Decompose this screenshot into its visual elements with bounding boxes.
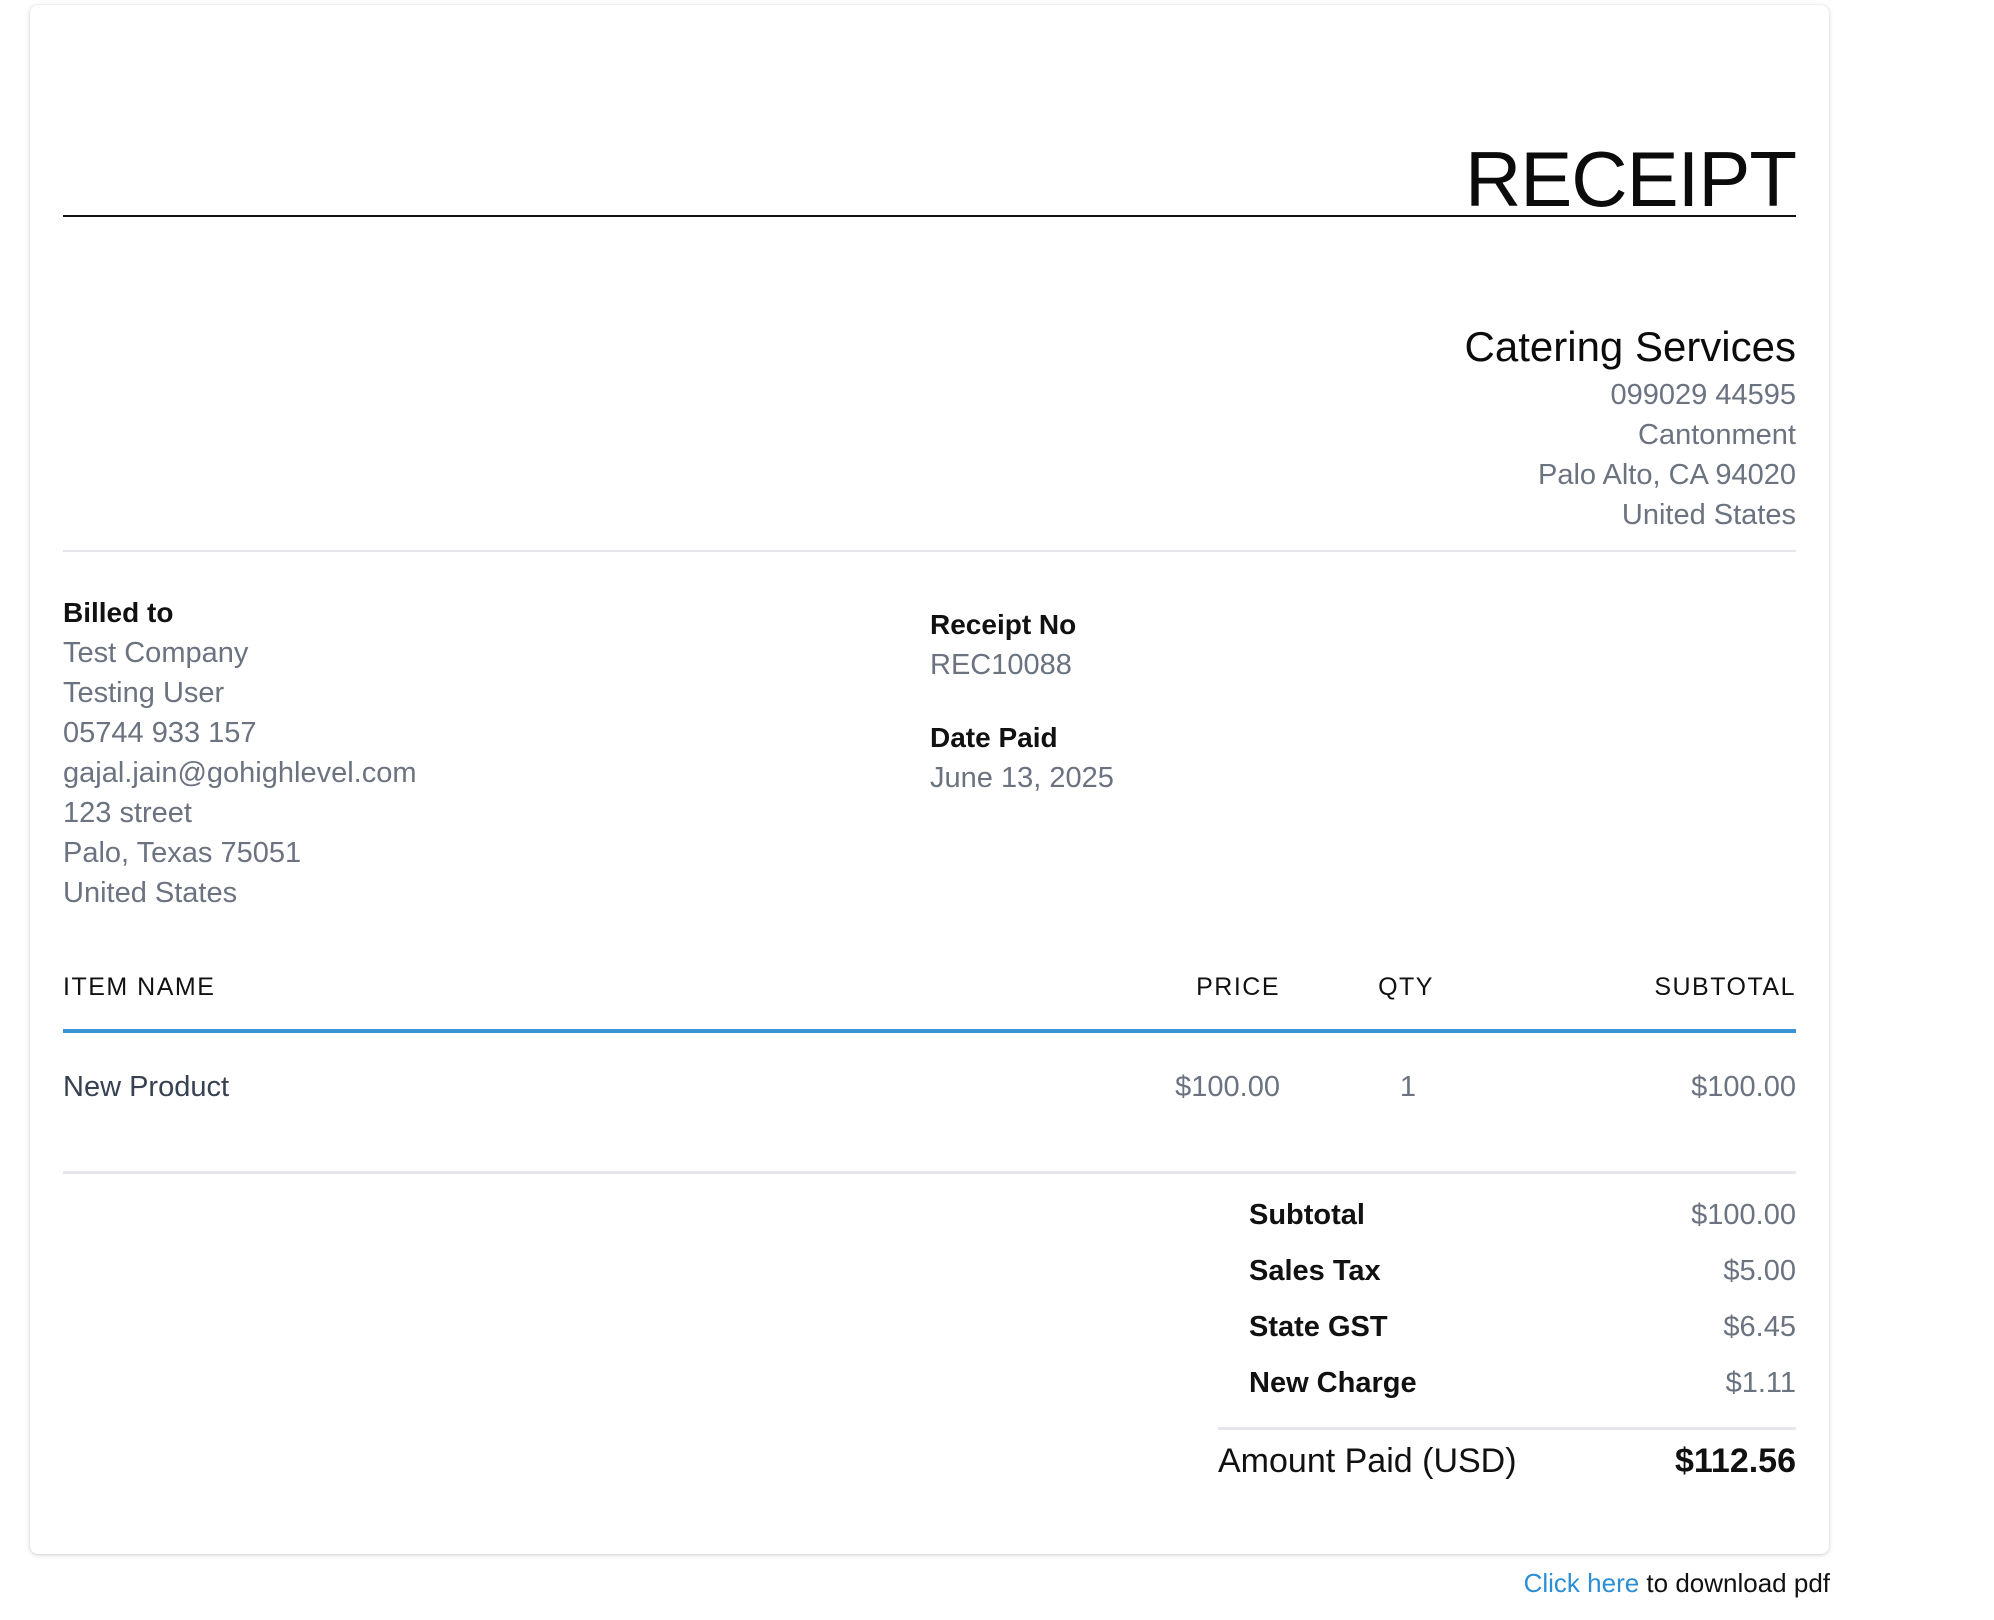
amount-paid-value: $112.56 <box>1674 1442 1796 1480</box>
company-country: United States <box>1621 499 1796 531</box>
billed-street: 123 street <box>63 797 192 829</box>
receipt-title: RECEIPT <box>1464 135 1797 223</box>
company-info: Catering Services 099029 44595 Cantonmen… <box>1465 319 1796 535</box>
company-address-line2: Palo Alto, CA 94020 <box>1538 459 1796 491</box>
amount-paid-label: Amount Paid (USD) <box>1218 1442 1517 1480</box>
billed-country: United States <box>63 877 238 909</box>
subtotal-label: Subtotal <box>1249 1199 1365 1231</box>
column-header-qty: QTY <box>1378 973 1434 1001</box>
table-row: New Product $100.00 1 $100.00 <box>63 1067 1796 1107</box>
date-paid-value: June 13, 2025 <box>930 762 1114 794</box>
column-header-price: PRICE <box>1196 973 1280 1001</box>
title-divider <box>63 215 1796 217</box>
download-pdf-link[interactable]: Click here <box>1524 1568 1640 1598</box>
totals-row-sales-tax: Sales Tax $5.00 <box>1216 1247 1796 1303</box>
date-paid-block: Date Paid June 13, 2025 <box>930 718 1114 798</box>
billed-company: Test Company <box>63 637 249 669</box>
receipt-meta: Receipt No REC10088 Date Paid June 13, 2… <box>930 605 1114 798</box>
receipt-no-value: REC10088 <box>930 649 1072 681</box>
item-name-cell: New Product <box>63 1071 230 1103</box>
new-charge-value: $1.11 <box>1725 1367 1796 1399</box>
column-header-item: ITEM NAME <box>63 973 216 1001</box>
item-qty-cell: 1 <box>1399 1071 1416 1103</box>
state-gst-value: $6.45 <box>1723 1311 1796 1343</box>
table-header-divider <box>63 1029 1796 1033</box>
items-table-header: ITEM NAME PRICE QTY SUBTOTAL <box>63 967 1796 1007</box>
receipt-number-block: Receipt No REC10088 <box>930 605 1114 685</box>
item-subtotal-cell: $100.00 <box>1691 1071 1796 1103</box>
download-pdf-footer: Click here to download pdf <box>1524 1568 1830 1599</box>
receipt-card: RECEIPT Catering Services 099029 44595 C… <box>30 5 1829 1554</box>
sales-tax-label: Sales Tax <box>1249 1255 1381 1287</box>
amount-paid-row: Amount Paid (USD) $112.56 <box>1216 1430 1796 1494</box>
totals-summary: Subtotal $100.00 Sales Tax $5.00 State G… <box>1216 1191 1796 1494</box>
billed-city-state: Palo, Texas 75051 <box>63 837 302 869</box>
billed-to-section: Billed to Test Company Testing User 0574… <box>63 593 416 913</box>
billed-phone: 05744 933 157 <box>63 717 257 749</box>
billed-to-label: Billed to <box>63 597 174 628</box>
new-charge-label: New Charge <box>1249 1367 1417 1399</box>
company-address-line1: Cantonment <box>1638 419 1796 451</box>
subtotal-value: $100.00 <box>1691 1199 1796 1231</box>
billed-contact-name: Testing User <box>63 677 225 709</box>
header-divider <box>63 550 1796 552</box>
item-price-cell: $100.00 <box>1175 1071 1280 1103</box>
totals-row-new-charge: New Charge $1.11 <box>1216 1359 1796 1415</box>
state-gst-label: State GST <box>1249 1311 1388 1343</box>
billed-email: gajal.jain@gohighlevel.com <box>63 757 417 789</box>
totals-row-state-gst: State GST $6.45 <box>1216 1303 1796 1359</box>
date-paid-label: Date Paid <box>930 722 1058 753</box>
sales-tax-value: $5.00 <box>1723 1255 1796 1287</box>
company-phone: 099029 44595 <box>1610 379 1796 411</box>
column-header-subtotal: SUBTOTAL <box>1654 973 1796 1001</box>
receipt-no-label: Receipt No <box>930 609 1077 640</box>
company-name: Catering Services <box>1464 323 1796 370</box>
table-bottom-divider <box>63 1171 1796 1174</box>
download-pdf-text: to download pdf <box>1639 1568 1830 1598</box>
totals-row-subtotal: Subtotal $100.00 <box>1216 1191 1796 1247</box>
